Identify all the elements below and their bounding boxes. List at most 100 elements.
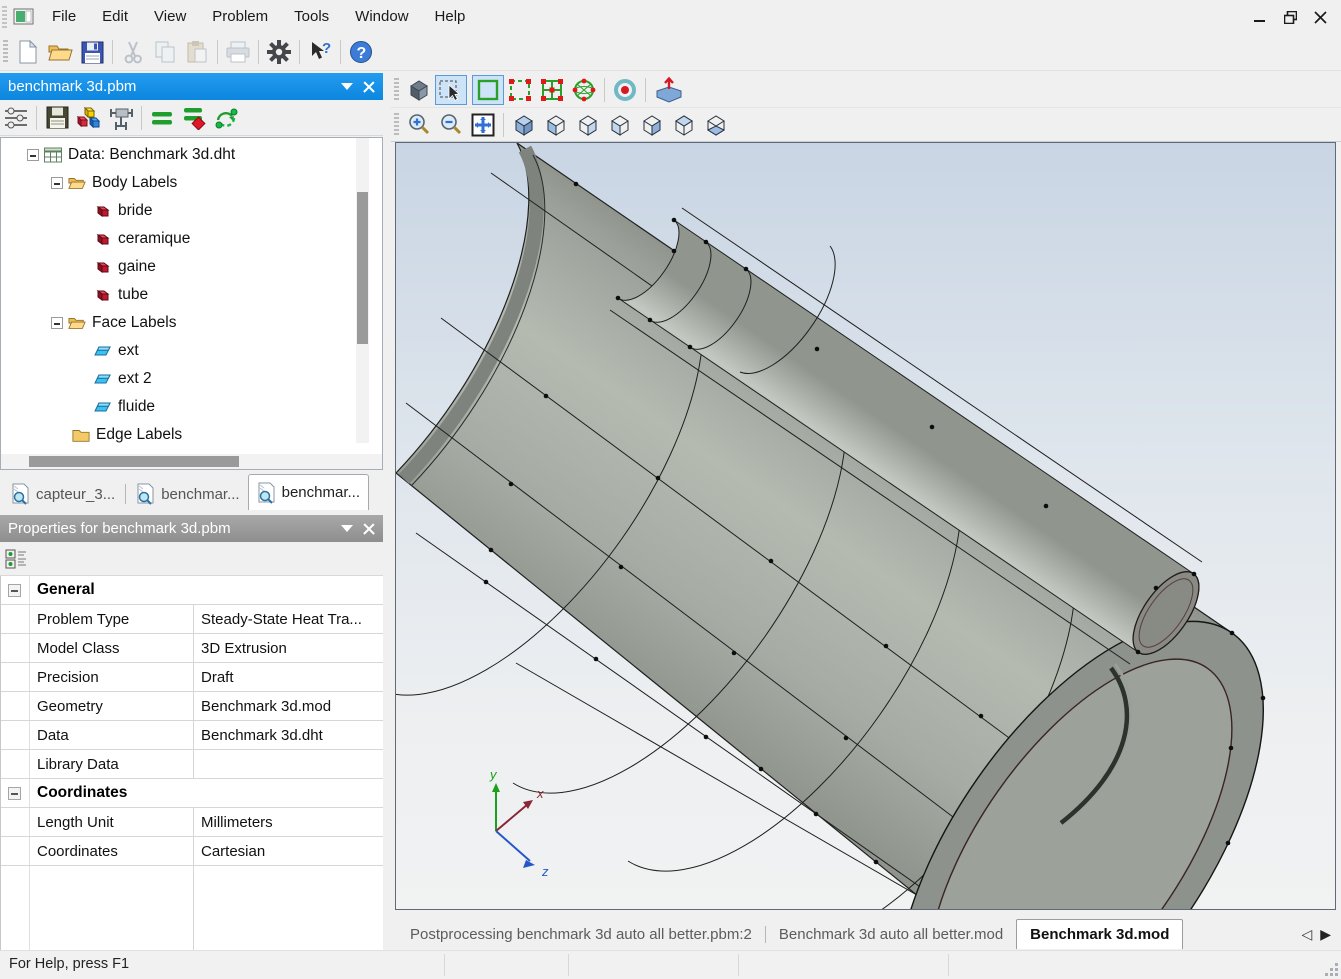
menu-view[interactable]: View — [141, 0, 199, 34]
folder-closed-icon — [72, 427, 90, 443]
view-iso-icon[interactable] — [508, 110, 540, 140]
panel-menu-icon[interactable] — [341, 525, 353, 532]
tree-item-ceramique[interactable]: ceramique — [1, 225, 353, 253]
collapse-icon[interactable] — [8, 584, 21, 597]
model-viewport[interactable]: y x z — [395, 142, 1336, 910]
tree-item-face-labels[interactable]: Face Labels — [1, 309, 353, 337]
equal-diamond-icon[interactable] — [178, 103, 210, 133]
collapse-icon[interactable] — [27, 149, 39, 161]
doc-tab-benchmark-2[interactable]: benchmar... — [248, 474, 369, 510]
menubar-grip — [2, 6, 7, 28]
view-left-icon[interactable] — [604, 110, 636, 140]
model-tree: Data: Benchmark 3d.dht Body Labels bride… — [0, 137, 383, 470]
close-button[interactable] — [1305, 4, 1335, 30]
shaded-cube-icon[interactable] — [403, 75, 435, 105]
view-back-icon[interactable] — [572, 110, 604, 140]
tree-item-fluide[interactable]: fluide — [1, 393, 353, 421]
select-arrow-icon[interactable] — [435, 75, 467, 105]
tree-item-gaine[interactable]: gaine — [1, 253, 353, 281]
panel-close-icon[interactable] — [363, 523, 375, 535]
toolbar-grip[interactable] — [3, 40, 8, 64]
tree-item-tube[interactable]: tube — [1, 281, 353, 309]
collapse-icon[interactable] — [51, 177, 63, 189]
tree-item-edge-labels[interactable]: Edge Labels — [1, 421, 353, 449]
body-cube-icon — [94, 231, 112, 247]
doc-tab-benchmark-1[interactable]: benchmar... — [128, 478, 247, 510]
save-icon[interactable] — [76, 37, 108, 67]
minimize-button[interactable] — [1245, 4, 1275, 30]
menu-help[interactable]: Help — [422, 0, 479, 34]
face-icon — [94, 399, 112, 415]
toolbar-grip[interactable] — [394, 78, 399, 102]
tree-item-ext[interactable]: ext — [1, 337, 353, 365]
resize-grip-icon[interactable] — [1324, 962, 1340, 978]
new-icon[interactable] — [12, 37, 44, 67]
equal-icon[interactable] — [146, 103, 178, 133]
menu-window[interactable]: Window — [342, 0, 421, 34]
prop-geometry[interactable]: GeometryBenchmark 3d.mod — [1, 692, 383, 721]
select-grid-icon[interactable] — [536, 75, 568, 105]
restore-button[interactable] — [1275, 4, 1305, 30]
select-window-icon[interactable] — [472, 75, 504, 105]
tree-vscrollbar[interactable] — [356, 138, 369, 443]
panel-close-icon[interactable] — [363, 81, 375, 93]
tree-item-data[interactable]: Data: Benchmark 3d.dht — [1, 141, 353, 169]
view-bottom-icon[interactable] — [700, 110, 732, 140]
tab-postprocessing[interactable]: Postprocessing benchmark 3d auto all bet… — [397, 919, 765, 949]
collapse-icon[interactable] — [8, 787, 21, 800]
bodies-icon[interactable] — [73, 103, 105, 133]
section-general[interactable]: General — [1, 576, 383, 605]
context-help-icon[interactable]: ? — [304, 37, 336, 67]
doc-tab-capteur[interactable]: capteur_3... — [3, 478, 123, 510]
categorized-view-icon[interactable] — [0, 544, 32, 574]
tree-panel-header[interactable]: benchmark 3d.pbm — [0, 73, 383, 100]
tree-item-bride[interactable]: bride — [1, 197, 353, 225]
section-coordinates[interactable]: Coordinates — [1, 779, 383, 808]
tree-hscrollbar[interactable] — [1, 454, 383, 469]
sync-icon[interactable] — [210, 103, 242, 133]
tree-item-ext-2[interactable]: ext 2 — [1, 365, 353, 393]
panel-splitter[interactable] — [383, 71, 391, 950]
zoom-fit-icon[interactable] — [467, 110, 499, 140]
help-icon[interactable]: ? — [345, 37, 377, 67]
select-sphere-icon[interactable] — [568, 75, 600, 105]
properties-panel-header[interactable]: Properties for benchmark 3d.pbm — [0, 515, 383, 542]
prop-model-class[interactable]: Model Class3D Extrusion — [1, 634, 383, 663]
select-polygon-icon[interactable] — [504, 75, 536, 105]
prop-precision[interactable]: PrecisionDraft — [1, 663, 383, 692]
app-icon[interactable] — [13, 7, 35, 27]
view-top-icon[interactable] — [668, 110, 700, 140]
extrusion-icon[interactable] — [105, 103, 137, 133]
zoom-in-icon[interactable] — [403, 110, 435, 140]
open-icon[interactable] — [44, 37, 76, 67]
menu-edit[interactable]: Edit — [89, 0, 141, 34]
tree-item-body-labels[interactable]: Body Labels — [1, 169, 353, 197]
tab-benchmark-3d-mod[interactable]: Benchmark 3d.mod — [1016, 919, 1183, 949]
panel-menu-icon[interactable] — [341, 83, 353, 90]
settings-icon[interactable] — [263, 37, 295, 67]
options-sliders-icon[interactable] — [0, 103, 32, 133]
prop-coordinates[interactable]: CoordinatesCartesian — [1, 837, 383, 866]
properties-panel-title: Properties for benchmark 3d.pbm — [8, 520, 231, 537]
svg-text:?: ? — [357, 45, 367, 62]
tab-scroll-next-icon[interactable]: ▶ — [1320, 926, 1331, 943]
view-front-icon[interactable] — [540, 110, 572, 140]
view-right-icon[interactable] — [636, 110, 668, 140]
tab-scroll-prev-icon[interactable]: ◁ — [1301, 926, 1312, 943]
prop-problem-type[interactable]: Problem TypeSteady-State Heat Tra... — [1, 605, 383, 634]
toolbar-grip[interactable] — [394, 113, 399, 137]
prop-data[interactable]: DataBenchmark 3d.dht — [1, 721, 383, 750]
collapse-icon[interactable] — [51, 317, 63, 329]
target-icon[interactable] — [609, 75, 641, 105]
zoom-out-icon[interactable] — [435, 110, 467, 140]
menu-problem[interactable]: Problem — [199, 0, 281, 34]
model-canvas[interactable]: y x z — [396, 143, 1335, 909]
import-extrude-icon[interactable] — [650, 75, 688, 105]
prop-library-data[interactable]: Library Data — [1, 750, 383, 779]
prop-length-unit[interactable]: Length UnitMillimeters — [1, 808, 383, 837]
menu-tools[interactable]: Tools — [281, 0, 342, 34]
save-data-icon[interactable] — [41, 103, 73, 133]
tab-benchmark-auto[interactable]: Benchmark 3d auto all better.mod — [766, 919, 1016, 949]
menu-file[interactable]: File — [39, 0, 89, 34]
copy-icon — [149, 37, 181, 67]
